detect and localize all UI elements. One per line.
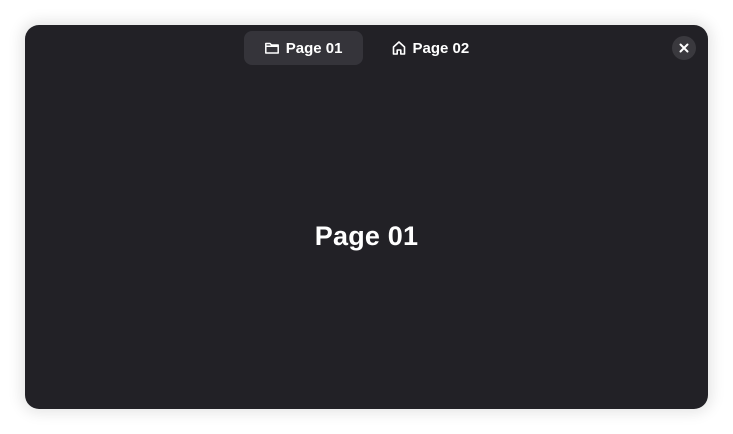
tab-page-01[interactable]: Page 01: [243, 31, 363, 65]
tab-page-02[interactable]: Page 02: [371, 31, 490, 65]
tab-label: Page 02: [412, 39, 470, 57]
tab-bar: Page 01 Page 02: [25, 31, 708, 65]
page-title: Page 01: [314, 221, 419, 251]
close-icon: [679, 43, 689, 53]
tab-label: Page 01: [285, 39, 343, 57]
folder-icon: [264, 40, 280, 56]
dialog-window: Page 01 Page 02 Page 01: [25, 25, 708, 409]
home-icon: [391, 40, 407, 56]
close-button[interactable]: [672, 36, 696, 60]
